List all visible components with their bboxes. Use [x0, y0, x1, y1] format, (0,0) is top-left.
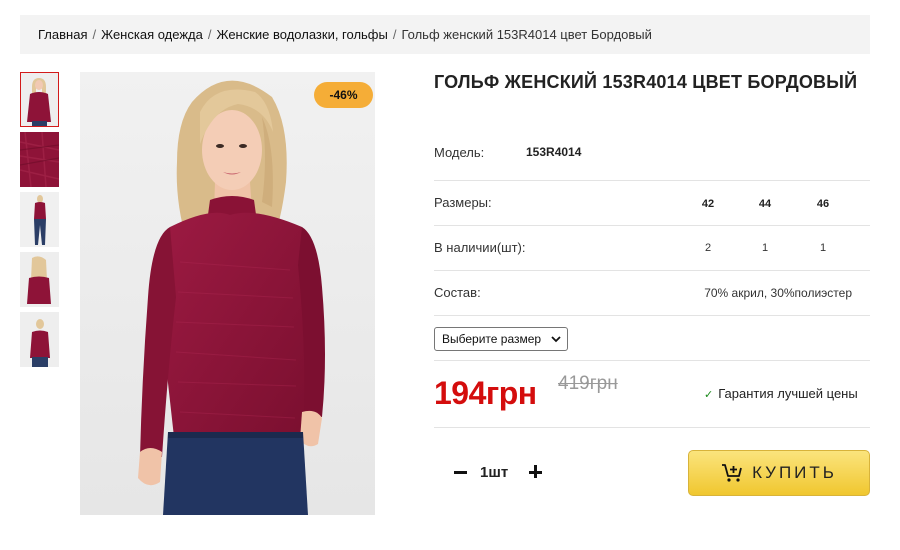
stock-label: В наличии(шт):	[434, 240, 526, 255]
composition-value: 70% акрил, 30%полиэстер	[704, 286, 852, 300]
thumbnail-side[interactable]	[20, 312, 59, 367]
stock-value: 1	[761, 242, 769, 254]
current-price: 194грн	[434, 375, 537, 411]
breadcrumb-separator: /	[207, 27, 212, 42]
size-select-row: Выберите размер	[434, 316, 870, 361]
check-icon: ✓	[704, 389, 714, 401]
thumbnail-image	[20, 132, 59, 187]
thumbnail-front[interactable]	[20, 72, 59, 127]
composition-row: Состав: 70% акрил, 30%полиэстер	[434, 271, 870, 316]
breadcrumb: Главная / Женская одежда / Женские водол…	[20, 15, 870, 54]
breadcrumb-category-link[interactable]: Женская одежда	[101, 27, 203, 42]
composition-label: Состав:	[434, 285, 481, 300]
breadcrumb-home-link[interactable]: Главная	[38, 27, 87, 42]
quantity-value: 1шт	[480, 464, 509, 481]
sizes-row: Размеры: 42 44 46	[434, 181, 870, 226]
main-product-image[interactable]	[80, 72, 375, 515]
product-photo	[80, 72, 375, 515]
thumbnail-fabric[interactable]	[20, 132, 59, 187]
buy-button[interactable]: КУПИТЬ	[688, 450, 870, 496]
thumbnail-image	[20, 192, 59, 247]
old-price: 419грн	[558, 373, 618, 394]
size-select[interactable]: Выберите размер	[434, 327, 568, 351]
price-guarantee: ✓ Гарантия лучшей цены	[704, 386, 858, 401]
buy-button-label: КУПИТЬ	[752, 463, 837, 482]
model-label: Модель:	[434, 145, 485, 160]
breadcrumb-subcategory-link[interactable]: Женские водолазки, гольфы	[216, 27, 387, 42]
model-value: 153R4014	[526, 145, 582, 159]
thumbnail-image	[20, 312, 59, 367]
thumbnail-list	[20, 72, 60, 372]
cart-add-icon	[722, 464, 742, 482]
size-value: 46	[816, 198, 830, 210]
breadcrumb-separator: /	[92, 27, 97, 42]
increase-quantity-button[interactable]	[524, 461, 546, 483]
thumbnail-back[interactable]	[20, 252, 59, 307]
breadcrumb-separator: /	[392, 27, 397, 42]
stock-row: В наличии(шт): 2 1 1	[434, 226, 870, 271]
price-row: 194грн 419грн ✓ Гарантия лучшей цены	[434, 361, 870, 428]
product-info: ГОЛЬФ ЖЕНСКИЙ 153R4014 ЦВЕТ БОРДОВЫЙ	[434, 72, 870, 94]
model-row: Модель: 153R4014	[434, 136, 870, 181]
stock-value: 2	[704, 242, 712, 254]
size-select-value: Выберите размер	[442, 332, 542, 346]
breadcrumb-current: Гольф женский 153R4014 цвет Бордовый	[401, 27, 652, 42]
stock-value: 1	[819, 242, 827, 254]
size-value: 44	[758, 198, 772, 210]
chevron-down-icon	[551, 336, 561, 343]
size-value: 42	[701, 198, 715, 210]
thumbnail-image	[20, 72, 59, 127]
decrease-quantity-button[interactable]	[449, 461, 471, 483]
sizes-label: Размеры:	[434, 195, 492, 210]
discount-badge: -46%	[314, 82, 373, 108]
guarantee-text: Гарантия лучшей цены	[718, 386, 858, 401]
product-title: ГОЛЬФ ЖЕНСКИЙ 153R4014 ЦВЕТ БОРДОВЫЙ	[434, 72, 858, 92]
thumbnail-image	[20, 252, 59, 307]
thumbnail-full-length[interactable]	[20, 192, 59, 247]
quantity-stepper: 1шт	[434, 452, 564, 494]
